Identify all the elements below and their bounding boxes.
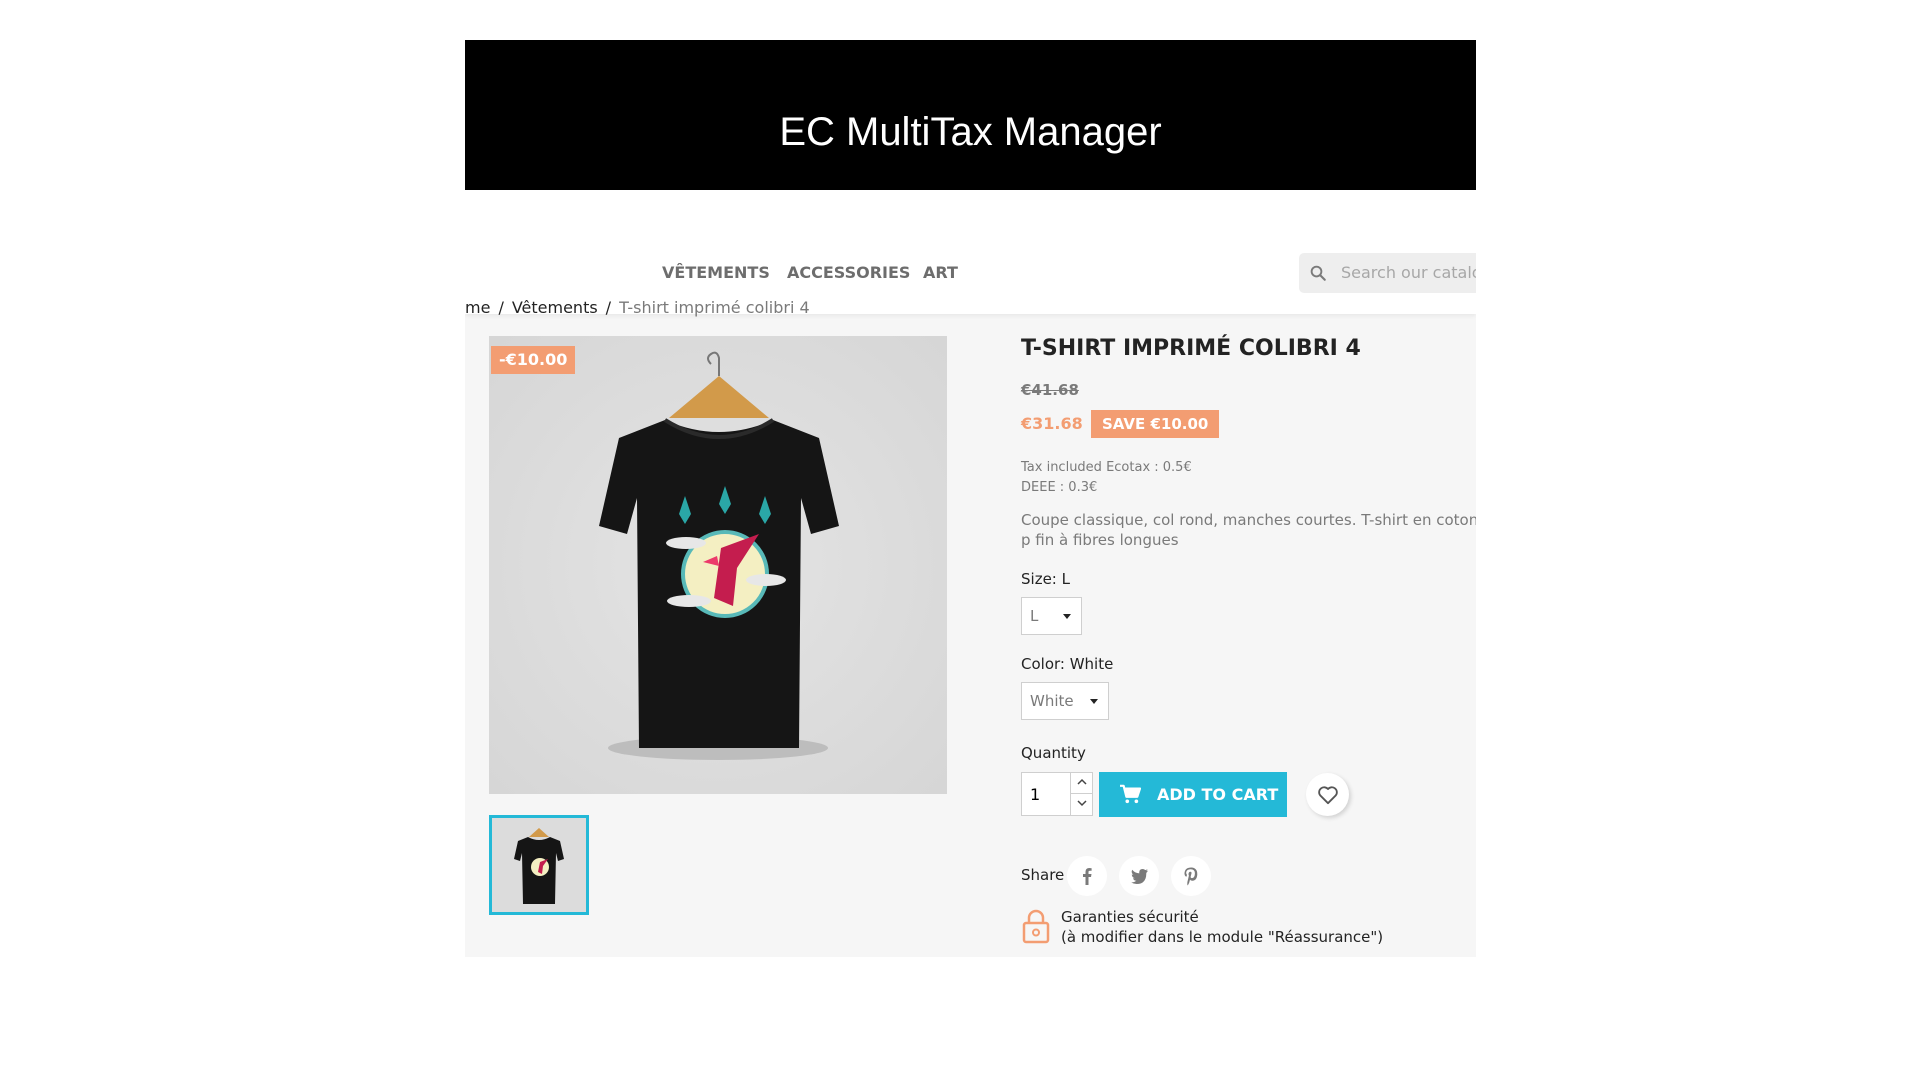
quantity-label: Quantity: [1021, 744, 1086, 762]
share-facebook-button[interactable]: [1067, 856, 1107, 896]
twitter-icon: [1131, 869, 1148, 884]
search-box[interactable]: Search our catalog: [1299, 253, 1476, 293]
tshirt-illustration: [489, 336, 947, 794]
reassurance-line-2: (à modifier dans le module "Réassurance"…: [1061, 928, 1384, 946]
breadcrumb-category[interactable]: Vêtements: [512, 298, 598, 317]
main-nav: VÊTEMENTS ACCESSORIES ART Search our cat…: [465, 190, 1476, 314]
search-icon: [1310, 265, 1326, 281]
chevron-down-icon: [1076, 800, 1087, 807]
search-input[interactable]: Search our catalog: [1341, 263, 1476, 282]
color-label: Color: White: [1021, 655, 1114, 673]
breadcrumb: me / Vêtements / T-shirt imprimé colibri 4: [465, 298, 810, 317]
product-description: Coupe classique, col rond, manches court…: [1021, 511, 1476, 549]
size-select-value: L: [1030, 607, 1039, 625]
chevron-down-icon: [1090, 699, 1098, 704]
color-select[interactable]: White: [1021, 682, 1109, 720]
quantity-stepper: [1021, 772, 1093, 816]
product-title: T-SHIRT IMPRIMÉ COLIBRI 4: [1021, 336, 1361, 361]
current-price: €31.68: [1021, 414, 1083, 433]
size-select[interactable]: L: [1021, 597, 1082, 635]
tshirt-thumbnail-illustration: [492, 818, 586, 912]
product-thumbnail[interactable]: [489, 815, 589, 915]
breadcrumb-home[interactable]: me: [465, 298, 490, 317]
discount-flag: -€10.00: [491, 346, 576, 374]
add-to-cart-label: ADD TO CART: [1157, 785, 1279, 804]
shop-frame: EC MultiTax Manager VÊTEMENTS ACCESSORIE…: [465, 40, 1476, 957]
add-to-cart-button[interactable]: ADD TO CART: [1099, 772, 1287, 817]
reassurance-line-1: Garanties sécurité: [1061, 908, 1199, 926]
save-badge: SAVE €10.00: [1091, 410, 1220, 438]
regular-price: €41.68: [1021, 381, 1079, 399]
quantity-input[interactable]: [1022, 773, 1070, 815]
nav-item-vetements[interactable]: VÊTEMENTS: [662, 263, 770, 282]
deee-info: DEEE : 0.3€: [1021, 480, 1098, 495]
pinterest-icon: [1184, 867, 1198, 886]
share-pinterest-button[interactable]: [1171, 856, 1211, 896]
nav-item-accessories[interactable]: ACCESSORIES: [787, 263, 910, 282]
quantity-increase-button[interactable]: [1070, 773, 1092, 794]
quantity-decrease-button[interactable]: [1070, 794, 1092, 815]
breadcrumb-current: T-shirt imprimé colibri 4: [619, 298, 810, 317]
heart-icon: [1318, 786, 1338, 805]
shopping-cart-icon: [1120, 784, 1141, 804]
share-label: Share: [1021, 866, 1065, 884]
facebook-icon: [1083, 868, 1092, 885]
share-twitter-button[interactable]: [1119, 856, 1159, 896]
reassurance-text: Garanties sécurité (à modifier dans le m…: [1061, 907, 1383, 947]
size-label: Size: L: [1021, 570, 1070, 588]
product-cover-image[interactable]: [489, 336, 947, 794]
color-select-value: White: [1030, 692, 1074, 710]
tax-info: Tax included Ecotax : 0.5€: [1021, 460, 1192, 475]
chevron-up-icon: [1076, 778, 1087, 785]
breadcrumb-separator: /: [605, 298, 612, 317]
nav-item-art[interactable]: ART: [923, 263, 958, 282]
chevron-down-icon: [1063, 614, 1071, 619]
wishlist-button[interactable]: [1306, 773, 1349, 816]
header-banner: EC MultiTax Manager: [465, 40, 1476, 190]
banner-title: EC MultiTax Manager: [779, 110, 1162, 154]
lock-icon: [1022, 909, 1050, 944]
breadcrumb-separator: /: [498, 298, 504, 317]
